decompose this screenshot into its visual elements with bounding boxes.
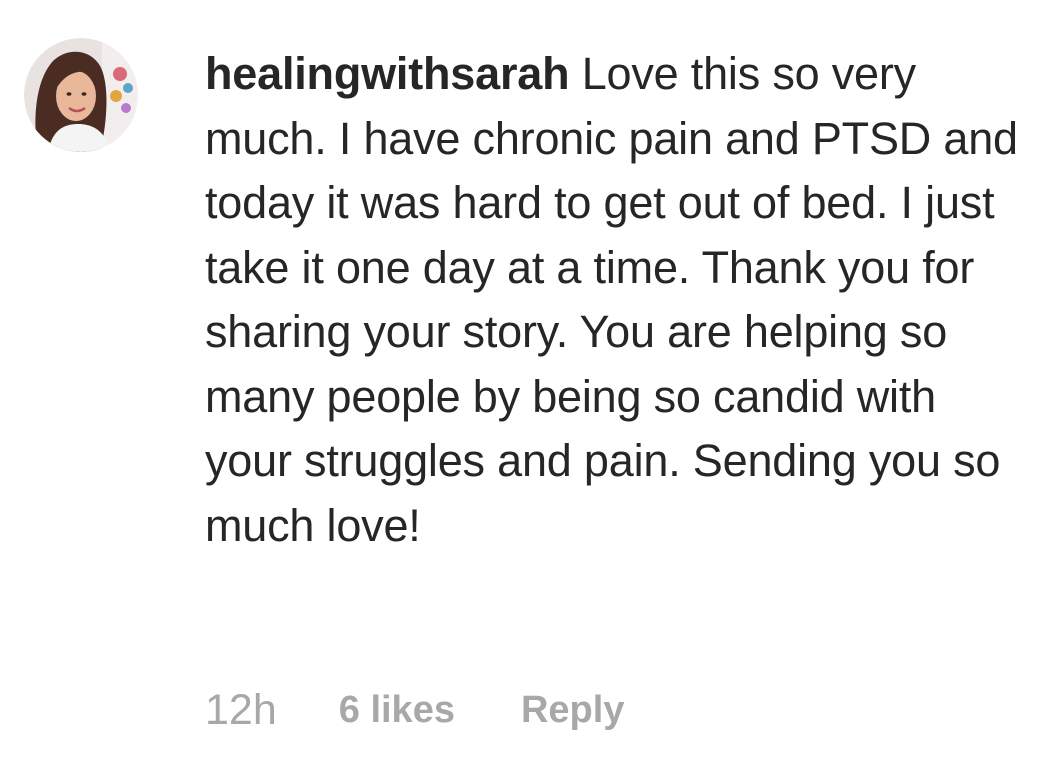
comment-meta: 12h 6 likes Reply [205, 680, 624, 740]
comment-timestamp: 12h [205, 685, 277, 734]
comment: healingwithsarah Love this so very much.… [0, 0, 1040, 778]
comment-username[interactable]: healingwithsarah [205, 48, 570, 99]
comment-likes[interactable]: 6 likes [339, 689, 455, 732]
comment-body: healingwithsarah Love this so very much.… [205, 42, 1025, 558]
reply-button[interactable]: Reply [521, 689, 624, 732]
avatar[interactable] [24, 38, 138, 152]
comment-text: Love this so very much. I have chronic p… [205, 48, 1018, 551]
